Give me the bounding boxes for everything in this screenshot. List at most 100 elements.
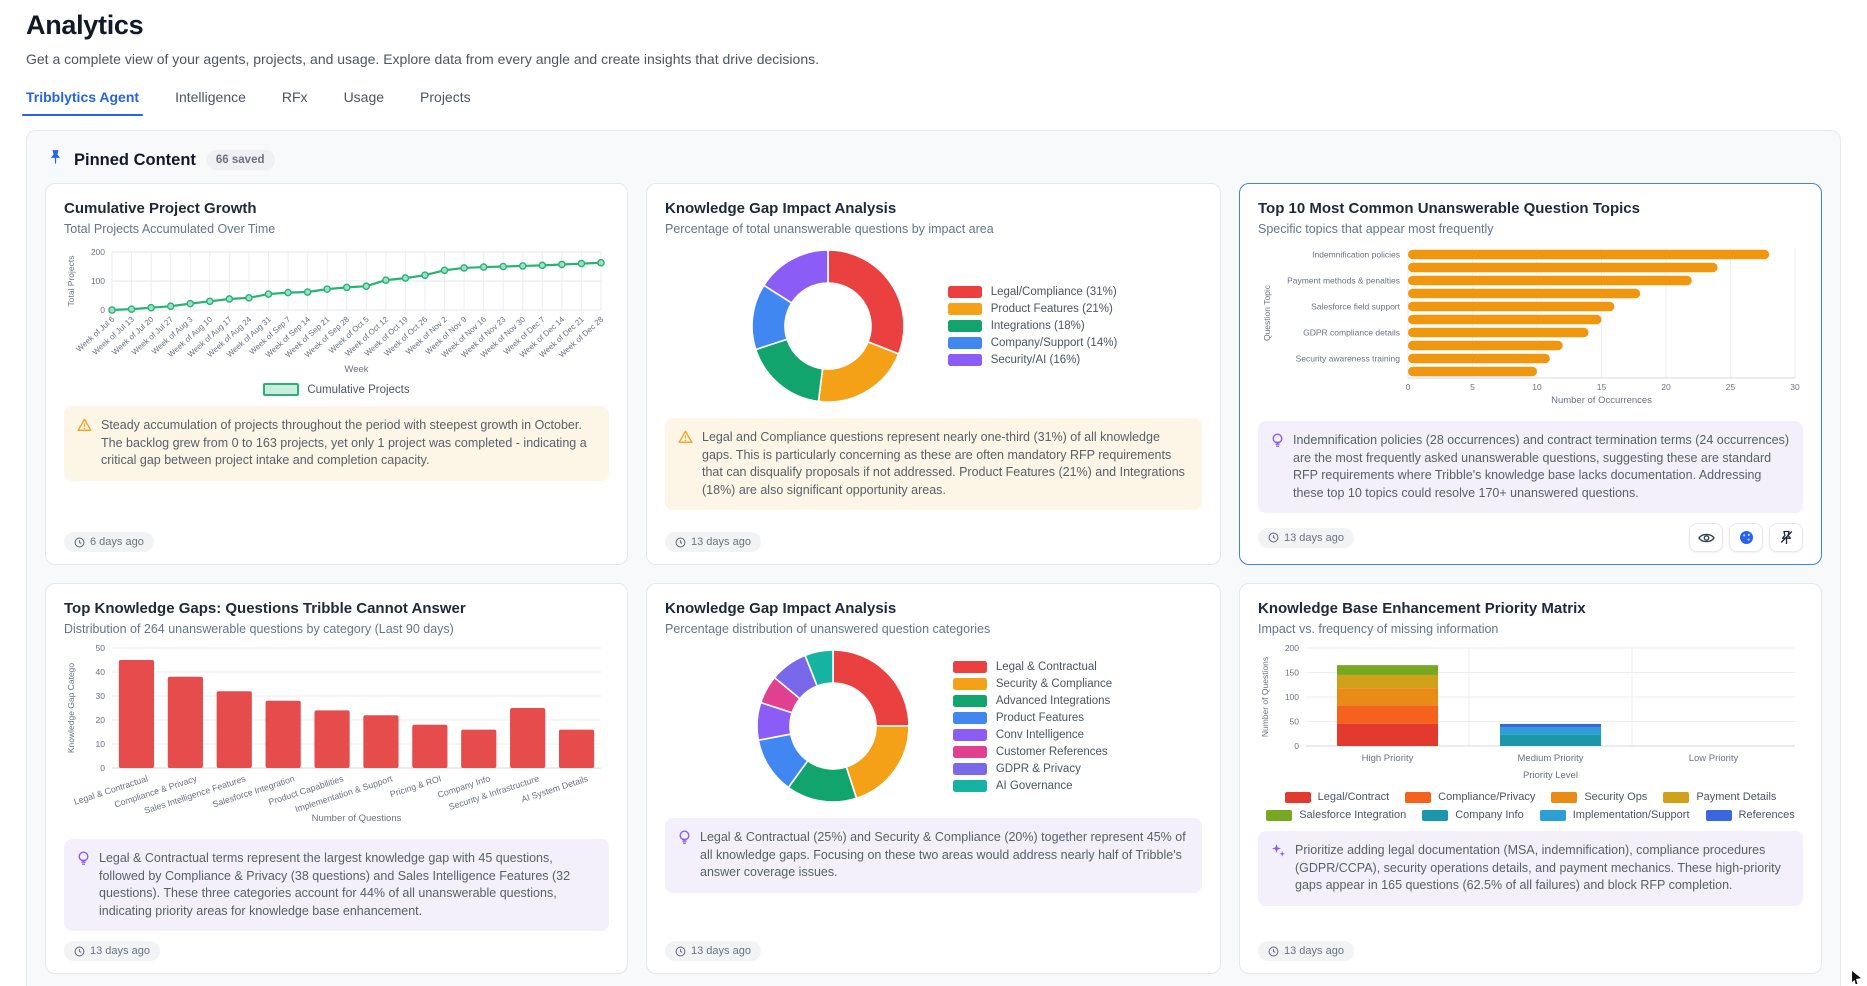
- svg-text:Number of Occurrences: Number of Occurrences: [1551, 395, 1652, 406]
- insight-text: Steady accumulation of projects througho…: [101, 417, 596, 470]
- pin-icon: [47, 149, 64, 171]
- warning-icon: [678, 430, 693, 499]
- view-button[interactable]: [1689, 523, 1723, 552]
- tab-projects[interactable]: Projects: [420, 89, 471, 116]
- svg-text:Payment methods & penalties: Payment methods & penalties: [1287, 276, 1400, 286]
- svg-text:50: 50: [1290, 717, 1300, 727]
- card-title: Cumulative Project Growth: [64, 200, 609, 217]
- svg-text:200: 200: [91, 247, 105, 257]
- mouse-cursor: [1852, 971, 1861, 984]
- insight-box: Legal and Compliance questions represent…: [665, 418, 1202, 510]
- analytics-page: Analytics Get a complete view of your ag…: [0, 0, 1867, 986]
- card-footer: 6 days ago: [64, 522, 609, 552]
- svg-text:200: 200: [1285, 643, 1299, 653]
- card-top-knowledge-gaps[interactable]: Top Knowledge Gaps: Questions Tribble Ca…: [45, 583, 628, 974]
- tab-intelligence[interactable]: Intelligence: [175, 89, 246, 116]
- svg-text:0: 0: [1294, 741, 1299, 751]
- timestamp-badge: 6 days ago: [64, 532, 154, 552]
- card-footer: 13 days ago: [665, 931, 1202, 961]
- insight-text: Legal & Contractual terms represent the …: [99, 850, 596, 920]
- svg-text:High Priority: High Priority: [1362, 753, 1414, 764]
- insight-box: Prioritize adding legal documentation (M…: [1258, 831, 1803, 906]
- svg-text:20: 20: [1661, 382, 1671, 392]
- sparkles-icon: [1271, 843, 1286, 895]
- clock-icon: [675, 946, 686, 957]
- svg-text:Total Projects: Total Projects: [66, 255, 76, 306]
- timestamp-badge: 13 days ago: [665, 941, 761, 961]
- svg-text:Low Priority: Low Priority: [1689, 753, 1739, 764]
- card-subtitle: Specific topics that appear most frequen…: [1258, 222, 1803, 236]
- palette-button[interactable]: [1729, 523, 1763, 552]
- svg-text:100: 100: [91, 276, 105, 286]
- unpin-icon: [1779, 530, 1794, 546]
- page-title: Analytics: [26, 10, 1841, 41]
- card-knowledge-gap-impact[interactable]: Knowledge Gap Impact Analysis Percentage…: [646, 183, 1221, 565]
- card-footer: 13 days ago: [64, 931, 609, 961]
- insight-text: Legal & Contractual (25%) and Security &…: [700, 829, 1189, 882]
- insight-box: Legal & Contractual (25%) and Security &…: [665, 818, 1202, 893]
- card-footer: 13 days ago: [1258, 931, 1803, 961]
- svg-text:150: 150: [1285, 668, 1299, 678]
- card-footer: 13 days ago: [665, 522, 1202, 552]
- card-title: Knowledge Gap Impact Analysis: [665, 600, 1202, 617]
- timestamp-badge: 13 days ago: [665, 532, 761, 552]
- timestamp-badge: 13 days ago: [64, 941, 160, 961]
- lightbulb-icon: [1271, 433, 1284, 502]
- card-title: Top 10 Most Common Unanswerable Question…: [1258, 200, 1803, 217]
- tab-tribblytics-agent[interactable]: Tribblytics Agent: [26, 89, 139, 116]
- svg-text:100: 100: [1285, 692, 1299, 702]
- insight-text: Prioritize adding legal documentation (M…: [1295, 842, 1790, 895]
- svg-text:Number of Questions: Number of Questions: [312, 813, 402, 824]
- card-subtitle: Impact vs. frequency of missing informat…: [1258, 622, 1803, 636]
- svg-text:0: 0: [100, 763, 105, 773]
- pinned-content-title: Pinned Content: [74, 151, 196, 170]
- clock-icon: [74, 946, 85, 957]
- card-knowledge-gap-impact-2[interactable]: Knowledge Gap Impact Analysis Percentage…: [646, 583, 1221, 974]
- clock-icon: [1268, 532, 1279, 543]
- svg-text:Priority Level: Priority Level: [1523, 770, 1578, 781]
- categories-donut-chart: Legal & ContractualSecurity & Compliance…: [665, 642, 1202, 808]
- timestamp-badge: 13 days ago: [1258, 941, 1354, 961]
- svg-text:GDPR compliance details: GDPR compliance details: [1303, 328, 1400, 338]
- tab-usage[interactable]: Usage: [344, 89, 384, 116]
- palette-icon: [1739, 530, 1754, 545]
- warning-icon: [77, 418, 92, 470]
- clock-icon: [675, 537, 686, 548]
- priority-matrix-stacked-chart: 0 50 100 150 200 High Priority Medium Priority…: [1258, 642, 1803, 821]
- tab-rfx[interactable]: RFx: [282, 89, 308, 116]
- card-actions: [1689, 523, 1803, 552]
- card-subtitle: Distribution of 264 unanswerable questio…: [64, 622, 609, 636]
- svg-text:50: 50: [96, 643, 106, 653]
- insight-box: Indemnification policies (28 occurrences…: [1258, 421, 1803, 513]
- pinned-content-header: Pinned Content 66 saved: [45, 147, 1822, 183]
- pinned-cards-grid: Cumulative Project Growth Total Projects…: [45, 183, 1822, 974]
- svg-text:5: 5: [1470, 382, 1475, 392]
- svg-text:Medium Priority: Medium Priority: [1518, 753, 1584, 764]
- card-subtitle: Percentage of total unanswerable questio…: [665, 222, 1202, 236]
- card-title: Knowledge Base Enhancement Priority Matr…: [1258, 600, 1803, 617]
- card-subtitle: Percentage distribution of unanswered qu…: [665, 622, 1202, 636]
- svg-text:15: 15: [1597, 382, 1607, 392]
- svg-text:Pricing & ROI: Pricing & ROI: [389, 773, 443, 799]
- svg-text:0: 0: [100, 305, 105, 315]
- svg-text:Indemnification policies: Indemnification policies: [1312, 250, 1400, 260]
- svg-text:Question Topic: Question Topic: [1262, 284, 1272, 341]
- svg-text:10: 10: [1532, 382, 1542, 392]
- cumulative-project-growth-chart: 0100200Week of Jul 6Week of Jul 13Week o…: [64, 242, 609, 396]
- page-subtitle: Get a complete view of your agents, proj…: [26, 51, 1841, 67]
- svg-text:Knowledge Gap Catego: Knowledge Gap Catego: [66, 663, 76, 754]
- svg-text:0: 0: [1406, 382, 1411, 392]
- view-all-row: View all: [45, 974, 1822, 986]
- insight-text: Legal and Compliance questions represent…: [702, 429, 1189, 499]
- svg-text:Week: Week: [344, 364, 368, 375]
- card-cumulative-project-growth[interactable]: Cumulative Project Growth Total Projects…: [45, 183, 628, 565]
- svg-text:10: 10: [96, 739, 106, 749]
- impact-donut-chart: Legal/Compliance (31%)Product Features (…: [665, 242, 1202, 408]
- card-priority-matrix[interactable]: Knowledge Base Enhancement Priority Matr…: [1239, 583, 1822, 974]
- svg-text:40: 40: [96, 667, 106, 677]
- timestamp-badge: 13 days ago: [1258, 528, 1354, 548]
- card-title: Top Knowledge Gaps: Questions Tribble Ca…: [64, 600, 609, 617]
- unpin-button[interactable]: [1769, 523, 1803, 552]
- svg-text:Salesforce field support: Salesforce field support: [1311, 302, 1400, 312]
- card-top-unanswerable-topics[interactable]: Top 10 Most Common Unanswerable Question…: [1239, 183, 1822, 565]
